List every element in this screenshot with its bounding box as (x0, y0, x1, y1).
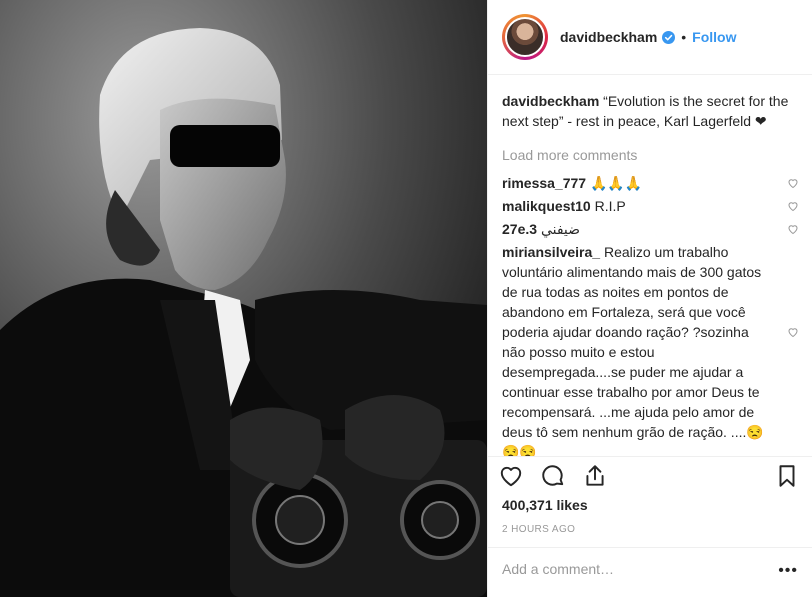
comment-text: ضيفني (540, 221, 581, 237)
comment-like-icon[interactable] (787, 200, 799, 212)
comment: rimessa_777 🙏🙏🙏 (502, 173, 798, 193)
comment: 27e.3 ضيفني (502, 219, 798, 239)
header-separator: • (681, 29, 687, 45)
comment-username[interactable]: malikquest10 (502, 198, 591, 214)
comment: miriansilveira_ Realizo um trabalho volu… (502, 242, 798, 456)
load-more-comments-button[interactable]: Load more comments (502, 145, 798, 165)
avatar-photo (505, 17, 545, 57)
more-options-icon[interactable]: ••• (778, 562, 798, 580)
header-username[interactable]: davidbeckham (560, 29, 657, 45)
comment-like-icon[interactable] (787, 177, 799, 189)
post-timestamp[interactable]: 2 HOURS AGO (502, 524, 575, 535)
comment-like-icon[interactable] (787, 326, 799, 338)
like-count[interactable]: 400,371 likes (502, 497, 588, 513)
heart-outline-icon[interactable] (498, 463, 524, 489)
post-sidebar: davidbeckham • Follow davidbeckham “Evol… (487, 0, 812, 597)
post-header: davidbeckham • Follow (488, 0, 812, 75)
avatar[interactable] (502, 14, 548, 60)
comment-username[interactable]: miriansilveira_ (502, 244, 600, 260)
comment-username[interactable]: 27e.3 (502, 221, 537, 237)
add-comment-row: ••• (488, 547, 812, 598)
post-actions-bar (488, 456, 812, 497)
comments-section: davidbeckham “Evolution is the secret fo… (488, 75, 812, 456)
comment-text: 🙏🙏🙏 (589, 175, 643, 191)
comment-username[interactable]: rimessa_777 (502, 175, 586, 191)
bookmark-icon[interactable] (774, 463, 800, 489)
comment-like-icon[interactable] (787, 223, 799, 235)
add-comment-input[interactable] (502, 561, 762, 577)
portrait-image (0, 0, 487, 597)
comment-text: R.I.P (594, 198, 626, 214)
post-caption: davidbeckham “Evolution is the secret fo… (502, 91, 798, 131)
share-icon[interactable] (582, 463, 608, 489)
comment-text: Realizo um trabalho voluntário alimentan… (502, 244, 764, 456)
comment-bubble-icon[interactable] (540, 463, 566, 489)
verified-badge-icon (662, 30, 676, 44)
caption-username[interactable]: davidbeckham (502, 93, 599, 109)
post-photo[interactable] (0, 0, 487, 597)
comment: malikquest10 R.I.P (502, 196, 798, 216)
follow-button[interactable]: Follow (692, 29, 736, 45)
